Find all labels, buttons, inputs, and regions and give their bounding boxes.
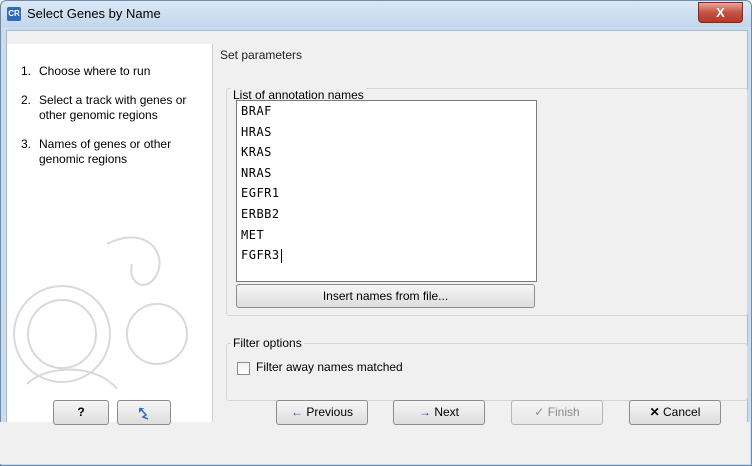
arrow-left-icon: ← xyxy=(290,405,303,419)
next-label: Next xyxy=(434,405,460,419)
dialog-footer xyxy=(0,422,750,464)
undo-arrow-icon xyxy=(139,407,149,420)
section-title: Set parameters xyxy=(220,48,303,62)
list-item: KRAS xyxy=(241,145,272,160)
previous-button[interactable]: ← Previous xyxy=(276,400,368,425)
insert-names-from-file-button[interactable]: Insert names from file... xyxy=(236,284,535,308)
help-button[interactable]: ? xyxy=(53,400,109,425)
cancel-label: Cancel xyxy=(663,405,701,419)
filter-group-label: Filter options xyxy=(231,336,304,350)
finish-button[interactable]: ✓ Finish xyxy=(511,400,603,425)
list-item: EGFR1 xyxy=(241,186,280,201)
checkmark-icon: ✓ xyxy=(534,405,545,419)
cancel-button[interactable]: ✕ Cancel xyxy=(629,400,721,425)
arrow-right-icon: → xyxy=(418,405,431,419)
close-button[interactable]: X xyxy=(698,2,743,23)
list-item: FGFR3 xyxy=(237,245,536,266)
restore-defaults-button[interactable] xyxy=(117,400,171,425)
step-label: Select a track with genes or other genom… xyxy=(39,93,187,122)
list-item: HRAS xyxy=(241,124,272,139)
window-title: Select Genes by Name xyxy=(27,6,161,21)
step-item: 1. Choose where to run xyxy=(21,64,151,78)
app-icon: CR xyxy=(7,7,21,21)
list-item: BRAF xyxy=(241,104,272,118)
next-button[interactable]: → Next xyxy=(393,400,485,425)
step-item: 3. Names of genes or other genomic regio… xyxy=(21,137,172,166)
previous-label: Previous xyxy=(306,405,354,419)
steps-list: 1. Choose where to run 2. Select a track… xyxy=(21,64,207,181)
title-bar: CR Select Genes by Name X xyxy=(1,1,751,27)
close-x-icon: ✕ xyxy=(649,405,660,419)
annotation-names-textarea[interactable]: BRAF HRAS KRAS NRAS EGFR1 ERBB2 MET FGFR… xyxy=(236,100,537,282)
list-item-text: FGFR3 xyxy=(241,248,280,263)
text-caret xyxy=(280,248,282,263)
list-item: MET xyxy=(241,227,265,242)
list-item: NRAS xyxy=(241,165,272,180)
step-item: 2. Select a track with genes or other ge… xyxy=(21,93,187,122)
wizard-steps-panel: 1. Choose where to run 2. Select a track… xyxy=(7,44,213,422)
step-label: Choose where to run xyxy=(39,64,151,78)
filter-away-label: Filter away names matched xyxy=(256,360,403,374)
step-label: Names of genes or other genomic regions xyxy=(39,137,172,166)
list-item: ERBB2 xyxy=(241,206,280,221)
finish-label: Finish xyxy=(547,405,580,419)
decorative-swirl-icon xyxy=(13,236,188,390)
filter-away-checkbox[interactable] xyxy=(237,362,250,375)
